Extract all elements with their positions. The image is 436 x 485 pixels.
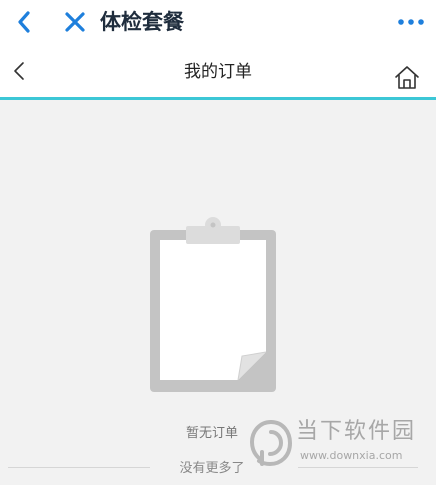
top-bar: 体检套餐 <box>0 0 436 44</box>
watermark-name: 当下软件园 <box>296 419 417 444</box>
clipboard-icon <box>150 217 276 392</box>
nav-title: 我的订单 <box>184 62 252 82</box>
close-icon[interactable] <box>62 9 88 35</box>
nav-bar: 我的订单 <box>0 44 436 100</box>
home-icon[interactable] <box>393 64 421 90</box>
watermark-url: www.downxia.com <box>300 449 403 462</box>
page-title: 体检套餐 <box>100 10 184 34</box>
watermark-logo-icon <box>249 420 293 467</box>
more-dots-icon[interactable] <box>396 12 426 32</box>
watermark: 当下软件园 www.downxia.com <box>248 414 434 472</box>
back-chevron-icon[interactable] <box>12 9 38 35</box>
